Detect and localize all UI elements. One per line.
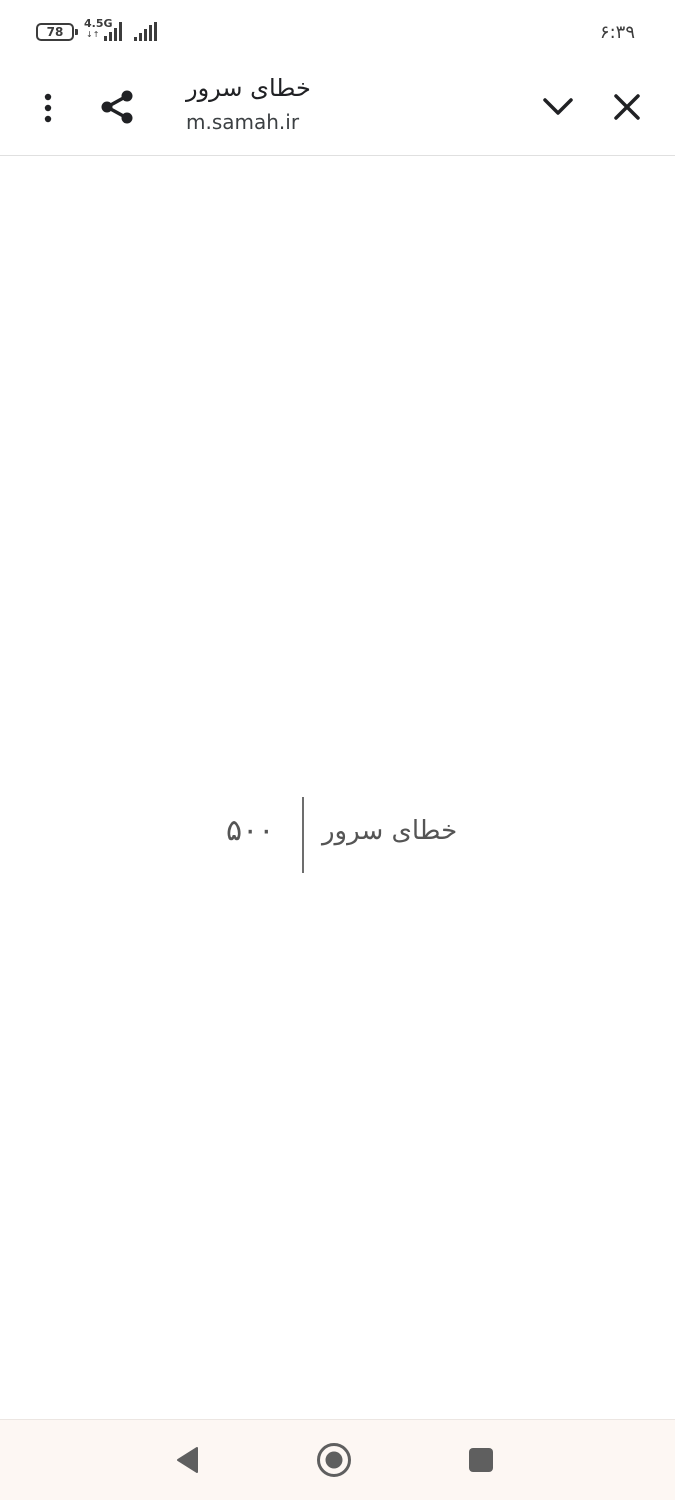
tab-title-block: خطای سرور m.samah.ir bbox=[186, 72, 506, 136]
more-options-button[interactable] bbox=[24, 84, 72, 132]
share-icon bbox=[101, 90, 133, 124]
battery-icon: 78 bbox=[36, 23, 78, 41]
recents-button[interactable] bbox=[457, 1436, 505, 1484]
share-button[interactable] bbox=[93, 83, 141, 131]
recents-square-icon bbox=[469, 1448, 493, 1472]
home-circle-icon bbox=[317, 1443, 351, 1477]
error-message: خطای سرور bbox=[322, 816, 458, 846]
minimize-tab-button[interactable] bbox=[534, 83, 582, 131]
network-activity-icon: ↓↑ bbox=[86, 30, 100, 39]
close-tab-button[interactable] bbox=[603, 83, 651, 131]
status-bar: 78 4.5G ↓↑ ۶:۳۹ bbox=[0, 0, 675, 64]
signal-strength-icon-secondary bbox=[134, 22, 157, 41]
battery-level: 78 bbox=[46, 25, 64, 39]
page-title: خطای سرور bbox=[186, 74, 311, 102]
status-time: ۶:۳۹ bbox=[599, 22, 635, 43]
more-vert-icon bbox=[44, 93, 52, 123]
chevron-down-icon bbox=[543, 98, 573, 115]
home-button[interactable] bbox=[310, 1436, 358, 1484]
signal-strength-icon bbox=[104, 22, 122, 41]
browser-toolbar: خطای سرور m.samah.ir bbox=[0, 64, 675, 156]
system-navigation-bar bbox=[0, 1419, 675, 1500]
back-triangle-icon bbox=[177, 1447, 198, 1473]
error-divider bbox=[302, 797, 304, 873]
back-button[interactable] bbox=[164, 1436, 212, 1484]
web-content: ۵۰۰ خطای سرور bbox=[0, 157, 675, 1419]
error-block: ۵۰۰ خطای سرور bbox=[0, 797, 675, 873]
close-icon bbox=[614, 94, 640, 120]
error-code: ۵۰۰ bbox=[226, 813, 275, 848]
page-url[interactable]: m.samah.ir bbox=[186, 108, 506, 136]
